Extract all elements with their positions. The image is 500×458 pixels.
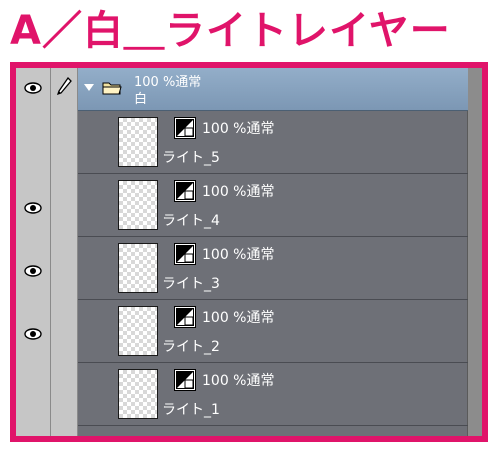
page-heading: A／白＿ライトレイヤー	[10, 8, 451, 54]
eye-icon[interactable]	[24, 82, 42, 94]
layer-name: ライト_4	[162, 213, 220, 229]
layer-thumbnail	[118, 369, 158, 419]
visibility-column	[16, 68, 51, 436]
layer-thumbnail	[118, 117, 158, 167]
layer-mask-icon	[174, 117, 196, 139]
layer-mask-icon	[174, 369, 196, 391]
eye-icon[interactable]	[24, 328, 42, 340]
folder-row[interactable]: 100 %通常 白	[78, 68, 468, 111]
layer-thumbnail	[118, 243, 158, 293]
scrollbar[interactable]	[467, 68, 482, 436]
layer-row[interactable]: 100 %通常 ライト_2	[78, 300, 468, 363]
folder-icon	[102, 82, 122, 95]
layer-blend-mode: 100 %通常	[202, 247, 275, 263]
layer-name: ライト_1	[162, 402, 220, 418]
layer-panel: 100 %通常 白 100 %通常 ライト_5 100 %通常 ライト_4 10…	[16, 68, 482, 436]
layer-row[interactable]: 100 %通常 ライト_5	[78, 111, 468, 174]
layer-row[interactable]: 100 %通常 ライト_1	[78, 363, 468, 426]
layer-blend-mode: 100 %通常	[202, 121, 275, 137]
folder-name: 白	[134, 92, 148, 107]
layer-row[interactable]: 100 %通常 ライト_3	[78, 237, 468, 300]
layer-name: ライト_2	[162, 339, 220, 355]
layer-name: ライト_5	[162, 150, 220, 166]
layer-blend-mode: 100 %通常	[202, 184, 275, 200]
layer-mask-icon	[174, 180, 196, 202]
layer-row[interactable]: 100 %通常 ライト_4	[78, 174, 468, 237]
layer-thumbnail	[118, 180, 158, 230]
edit-column	[51, 68, 78, 436]
highlight-frame: 100 %通常 白 100 %通常 ライト_5 100 %通常 ライト_4 10…	[10, 62, 488, 442]
layer-blend-mode: 100 %通常	[202, 373, 275, 389]
layer-name: ライト_3	[162, 276, 220, 292]
eye-icon[interactable]	[24, 265, 42, 277]
layer-mask-icon	[174, 243, 196, 265]
layer-blend-mode: 100 %通常	[202, 310, 275, 326]
pen-icon[interactable]	[55, 76, 73, 98]
layer-thumbnail	[118, 306, 158, 356]
layer-mask-icon	[174, 306, 196, 328]
eye-icon[interactable]	[24, 202, 42, 214]
disclosure-arrow-icon[interactable]	[84, 84, 94, 91]
